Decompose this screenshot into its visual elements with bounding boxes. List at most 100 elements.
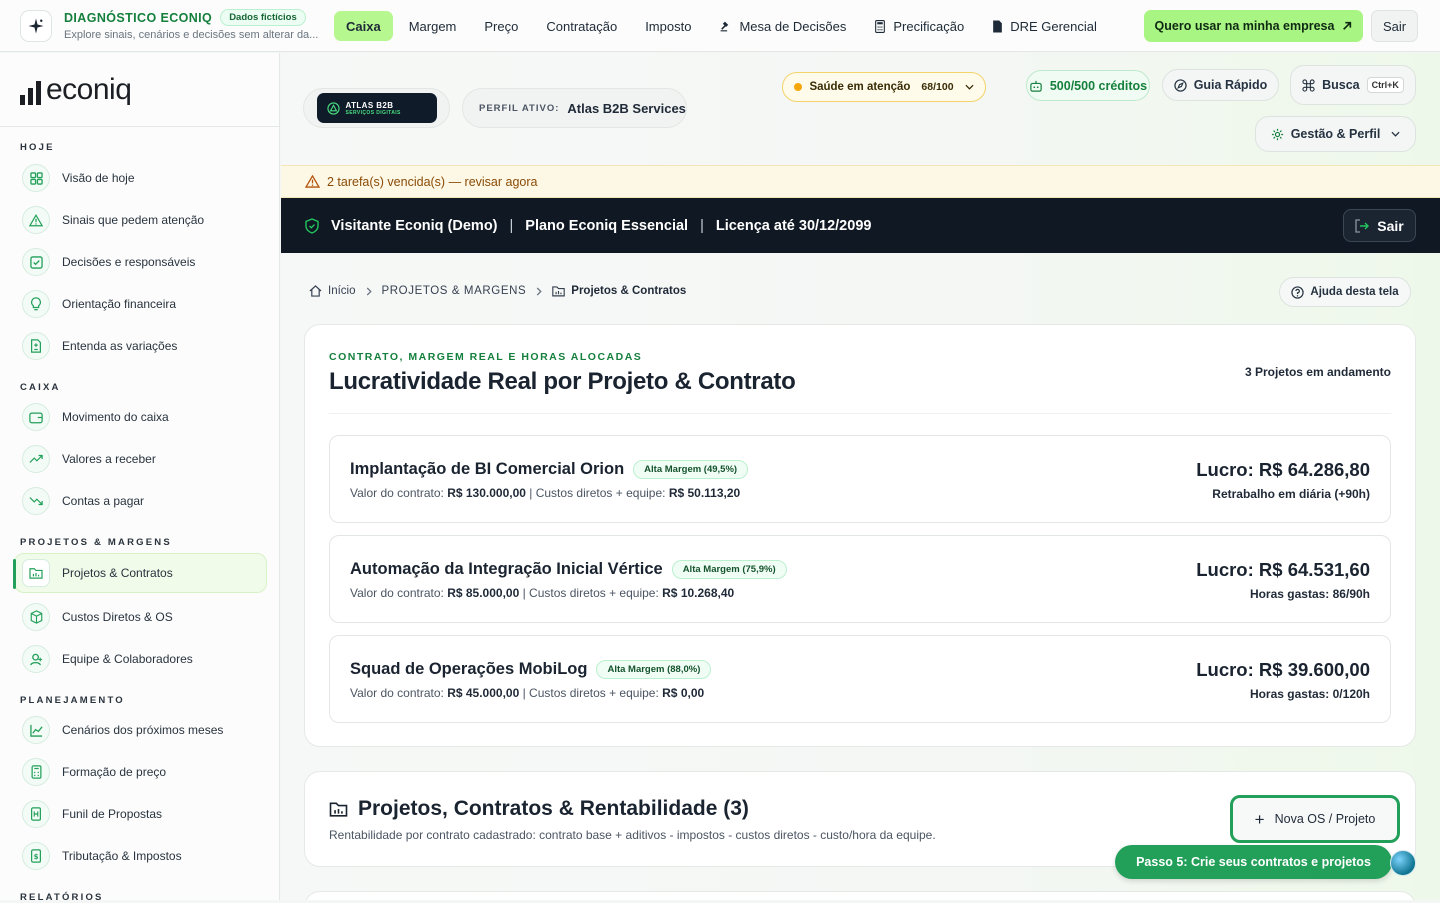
screen-help-button[interactable]: Ajuda desta tela (1279, 277, 1411, 307)
breadcrumb-home[interactable]: Início (328, 285, 356, 297)
health-label: Saúde em atenção (809, 81, 911, 93)
direct-costs-value: R$ 10.268,40 (662, 586, 735, 600)
plus-icon: + (1254, 809, 1265, 829)
onboarding-step-tooltip[interactable]: Passo 5: Crie seus contratos e projetos (1115, 845, 1392, 879)
atlas-name: ATLAS B2B (345, 100, 394, 110)
new-project-button[interactable]: + Nova OS / Projeto (1230, 795, 1400, 843)
top-bar: DIAGNÓSTICO ECONIQ Dados fictícios Explo… (0, 0, 1440, 52)
sidebar-item-orientacao[interactable]: Orientação financeira (14, 284, 267, 324)
diagnostic-subtitle: Explore sinais, cenários e decisões sem … (64, 29, 319, 41)
diagnostic-title: DIAGNÓSTICO ECONIQ (64, 10, 213, 25)
compass-icon (1174, 78, 1187, 92)
contract-value-label: Valor do contrato: (350, 586, 444, 600)
sidebar-item-sinais[interactable]: Sinais que pedem atenção (14, 200, 267, 240)
sidebar-item-label: Sinais que pedem atenção (62, 213, 205, 227)
sidebar-item-valores-receber[interactable]: Valores a receber (14, 439, 267, 479)
sidebar-item-equipe[interactable]: Equipe & Colaboradores (14, 639, 267, 679)
sidebar-item-formacao-preco[interactable]: Formação de preço (14, 752, 267, 792)
project-hours-note: Retrabalho em diária (+90h) (1212, 487, 1370, 501)
quick-guide-button[interactable]: Guia Rápido (1162, 69, 1279, 101)
nav-precificacao[interactable]: Precificação (862, 11, 976, 41)
sidebar-item-tributacao[interactable]: $ Tributação & Impostos (14, 836, 267, 876)
settings-label: Gestão & Perfil (1290, 127, 1381, 141)
sidebar-item-movimento-caixa[interactable]: Movimento do caixa (14, 397, 267, 437)
warning-icon (22, 206, 50, 234)
sparkle-icon[interactable] (20, 10, 52, 42)
credits-button[interactable]: 500/500 créditos (1026, 70, 1150, 101)
document-icon (993, 20, 1003, 32)
nav-precificacao-label: Precificação (893, 18, 965, 34)
sidebar-item-projetos-contratos[interactable]: Projetos & Contratos (13, 553, 267, 593)
credits-label: 500/500 créditos (1049, 78, 1148, 93)
margin-badge: Alta Margem (88,0%) (596, 660, 712, 679)
direct-costs-label: | Custos diretos + equipe: (522, 686, 659, 700)
logout-top-button[interactable]: Sair (1371, 10, 1418, 42)
settings-profile-dropdown[interactable]: Gestão & Perfil (1255, 116, 1416, 152)
logout-button[interactable]: Sair (1343, 209, 1416, 242)
alert-text: 2 tarefa(s) vencida(s) — revisar agora (327, 174, 538, 189)
search-shortcut: Ctrl+K (1366, 77, 1404, 93)
nav-imposto[interactable]: Imposto (633, 11, 703, 41)
nav-caixa[interactable]: Caixa (334, 11, 393, 41)
sidebar-item-label: Equipe & Colaboradores (62, 652, 193, 666)
nav-margem[interactable]: Margem (397, 11, 469, 41)
health-status-dropdown[interactable]: Saúde em atenção 68/100 (782, 72, 986, 102)
assistant-avatar[interactable] (1390, 850, 1416, 876)
funnel-icon (22, 800, 50, 828)
trend-up-icon (22, 445, 50, 473)
overdue-tasks-alert[interactable]: 2 tarefa(s) vencida(s) — revisar agora (281, 165, 1440, 198)
top-navigation: Caixa Margem Preço Contratação Imposto M… (334, 11, 1109, 41)
section-projetos-margens: PROJETOS & MARGENS (20, 537, 172, 548)
active-profile-chip[interactable]: PERFIL ATIVO: Atlas B2B Services (462, 88, 687, 128)
license-user: Visitante Econiq (Demo) (331, 217, 498, 234)
direct-costs-label: | Custos diretos + equipe: (529, 486, 666, 500)
nav-contratacao[interactable]: Contratação (534, 11, 629, 41)
project-card-mobilog[interactable]: Squad de Operações MobiLog Alta Margem (… (329, 635, 1391, 723)
sidebar-item-label: Funil de Propostas (62, 807, 163, 821)
active-profile-value: Atlas B2B Services (567, 100, 686, 116)
section-planejamento: PLANEJAMENTO (20, 695, 125, 706)
health-score: 68/100 (921, 81, 954, 93)
sidebar-item-visao-de-hoje[interactable]: Visão de hoje (14, 158, 267, 198)
nav-margem-label: Margem (408, 18, 457, 34)
lightbulb-icon (22, 290, 50, 318)
chevron-right-icon (537, 286, 542, 296)
sidebar-item-decisoes[interactable]: Decisões e responsáveis (14, 242, 267, 282)
sidebar-item-cenarios[interactable]: Cenários dos próximos meses (14, 710, 267, 750)
sidebar-item-funil-propostas[interactable]: Funil de Propostas (14, 794, 267, 834)
sidebar-item-label: Movimento do caixa (62, 410, 169, 424)
gear-icon (1271, 128, 1283, 140)
profit-value: Lucro: R$ 64.531,60 (1196, 559, 1370, 580)
home-icon (309, 285, 322, 297)
project-card-orion[interactable]: Implantação de BI Comercial Orion Alta M… (329, 435, 1391, 523)
gavel-icon (721, 21, 729, 31)
license-bar: Visitante Econiq (Demo) | Plano Econiq E… (281, 198, 1440, 253)
project-meta: Valor do contrato: R$ 45.000,00 | Custos… (350, 686, 704, 700)
project-name: Implantação de BI Comercial Orion (350, 460, 625, 478)
receipt-icon: $ (22, 842, 50, 870)
brand-logo[interactable]: econiq (20, 75, 132, 105)
calculator-icon (875, 19, 886, 33)
logout-icon (1355, 218, 1370, 233)
sidebar-item-label: Contas a pagar (62, 494, 145, 508)
nav-mesa-decisoes[interactable]: Mesa de Decisões (707, 11, 858, 41)
sidebar-item-custos-diretos[interactable]: Custos Diretos & OS (14, 597, 267, 637)
svg-text:$: $ (34, 853, 39, 861)
search-button[interactable]: Busca Ctrl+K (1290, 65, 1416, 105)
logout-label: Sair (1377, 217, 1404, 234)
sidebar-item-label: Orientação financeira (62, 297, 177, 311)
question-icon (1291, 285, 1305, 299)
sidebar-item-variacoes[interactable]: Entenda as variações (14, 326, 267, 366)
project-card-vertice[interactable]: Automação da Integração Inicial Vértice … (329, 535, 1391, 623)
company-logo-chip[interactable]: ATLAS B2B SERVIÇOS DIGITAIS (303, 88, 450, 128)
grid-icon (22, 164, 50, 192)
breadcrumb-section[interactable]: PROJETOS & MARGENS (382, 285, 527, 297)
nav-preco[interactable]: Preço (472, 11, 530, 41)
sidebar-item-label: Projetos & Contratos (62, 566, 173, 580)
nav-dre-gerencial[interactable]: DRE Gerencial (980, 11, 1109, 41)
use-in-company-button[interactable]: Quero usar na minha empresa (1144, 10, 1363, 42)
license-validity: Licença até 30/12/2099 (715, 217, 872, 234)
sidebar-item-contas-pagar[interactable]: Contas a pagar (14, 481, 267, 521)
chevron-right-icon (366, 286, 372, 296)
sidebar-item-label: Tributação & Impostos (62, 849, 182, 863)
